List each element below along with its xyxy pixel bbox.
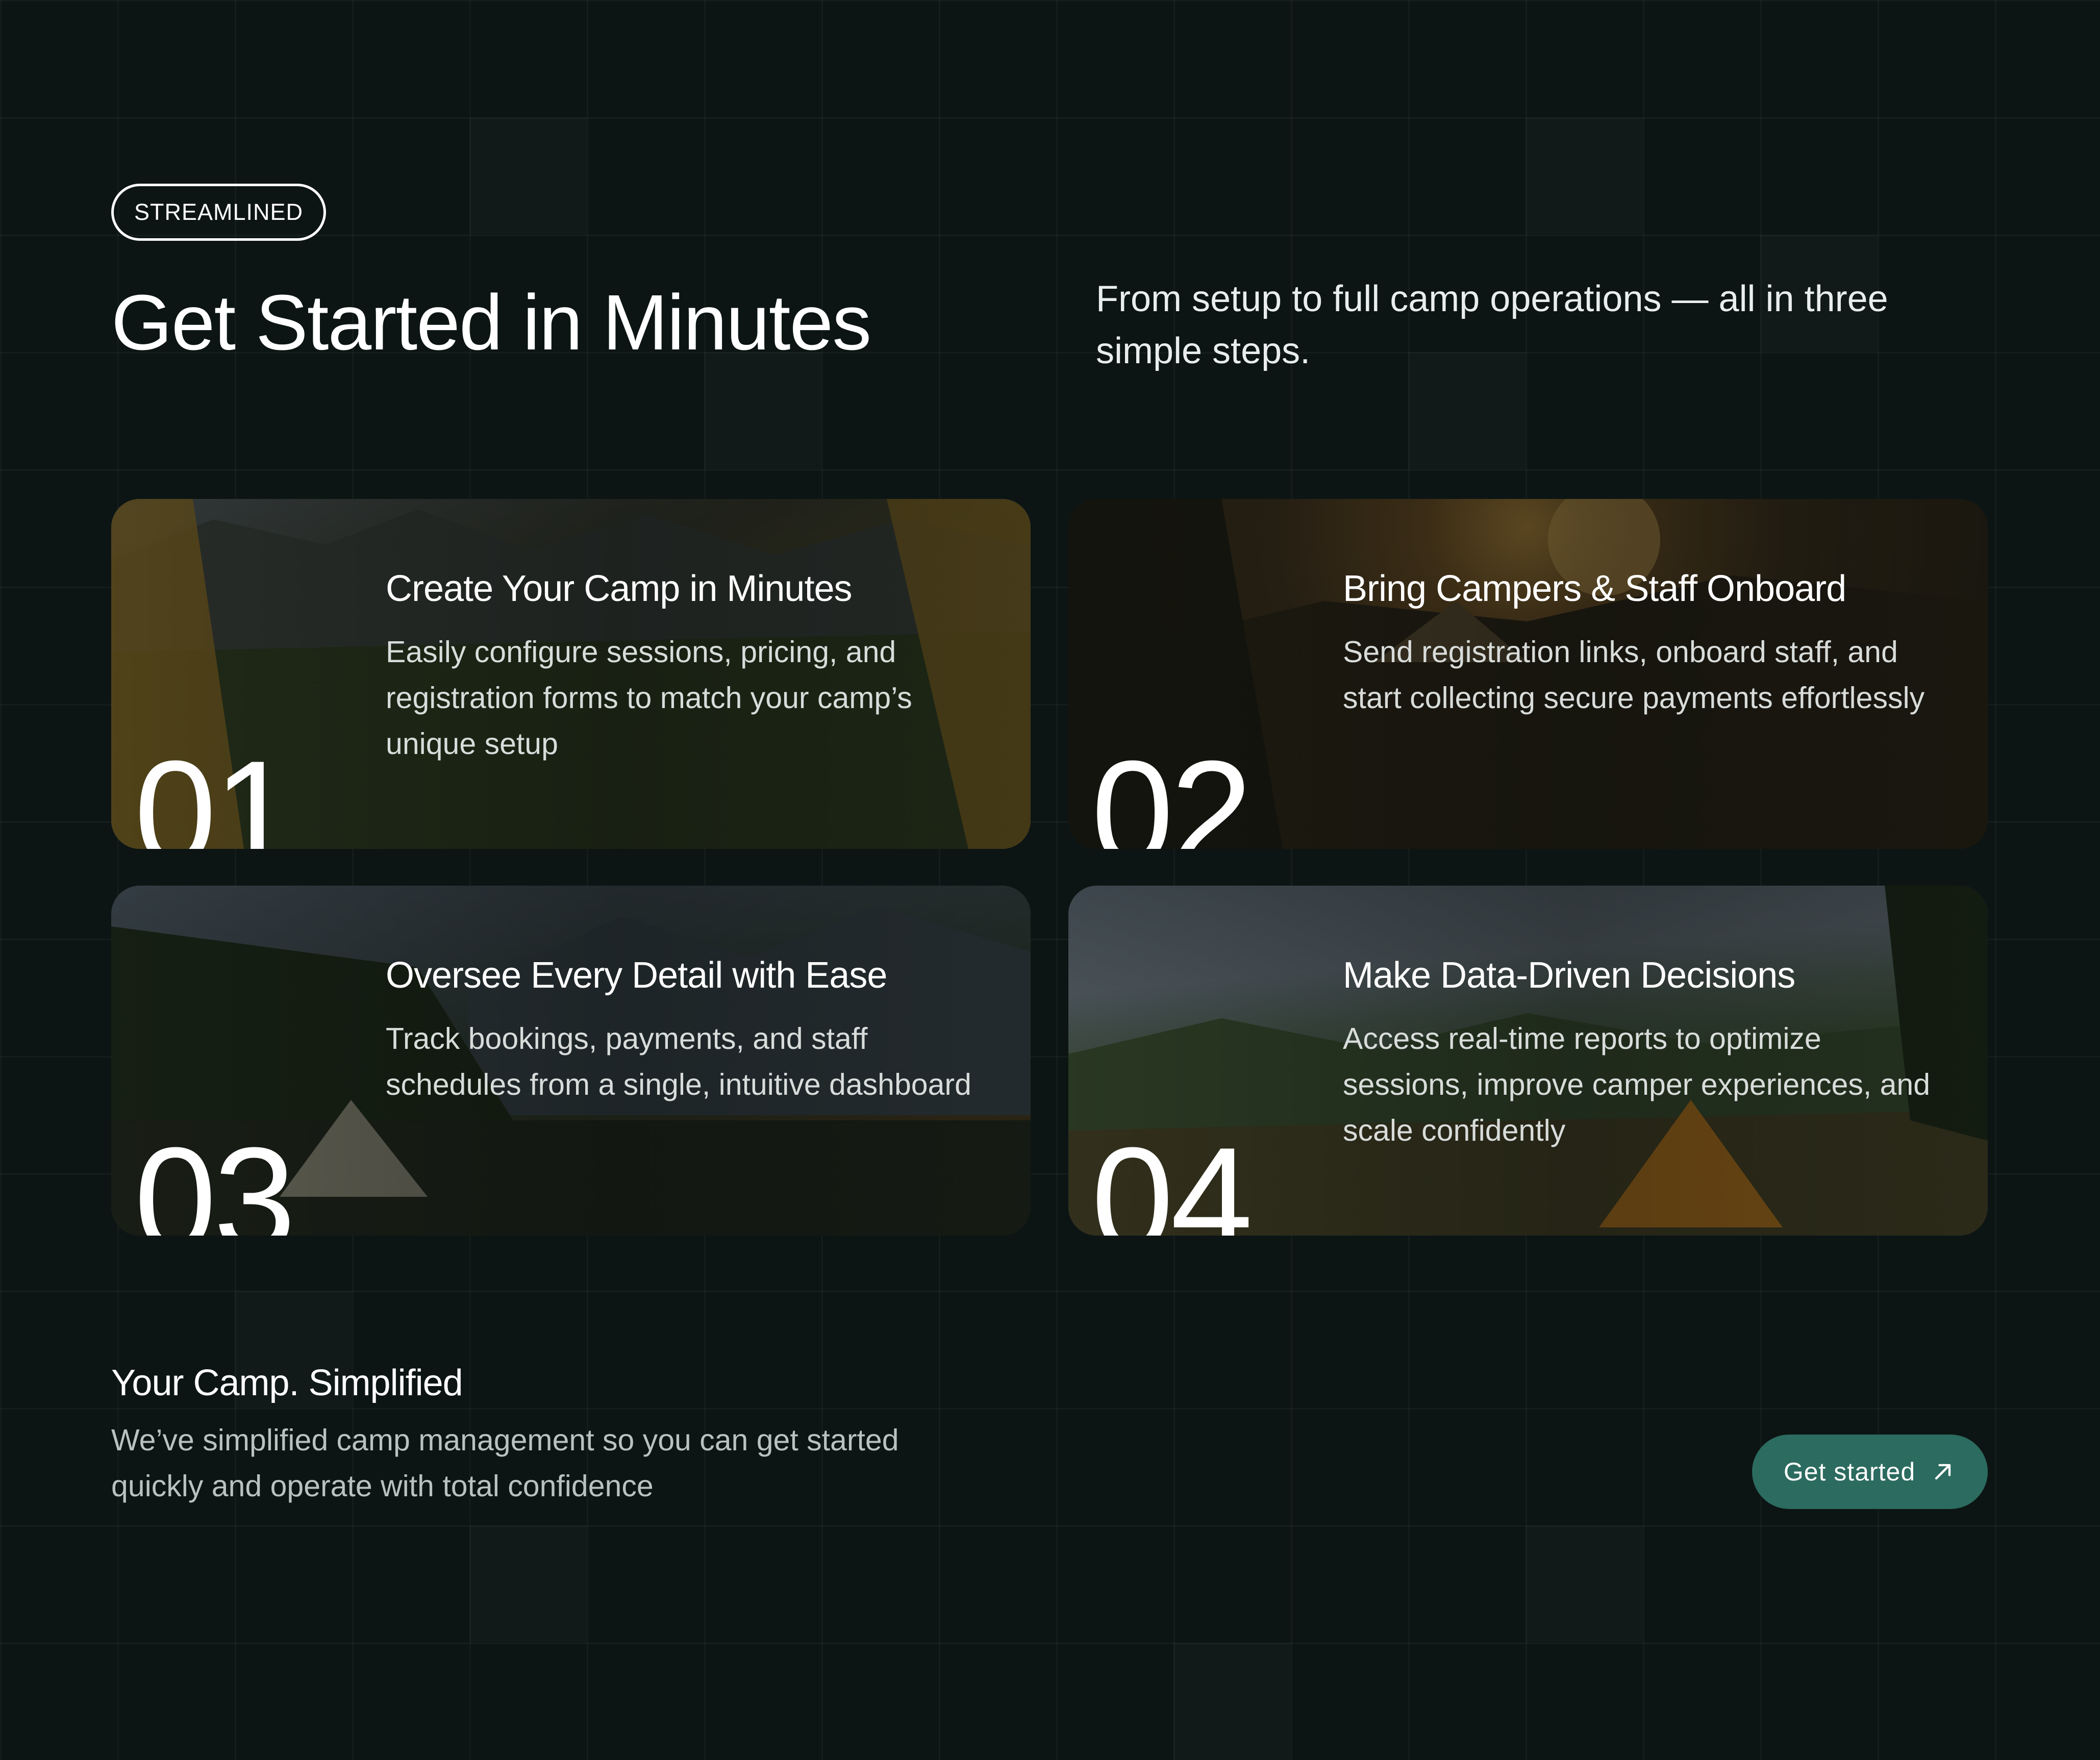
step-number: 03 xyxy=(134,1117,296,1236)
step-description: Easily configure sessions, pricing, and … xyxy=(386,635,912,761)
page-title: Get Started in Minutes xyxy=(111,279,871,366)
step-number: 01 xyxy=(134,730,296,849)
step-title: Bring Campers & Staff Onboard xyxy=(1343,568,1846,609)
step-number: 02 xyxy=(1091,730,1253,849)
step-card-4[interactable]: 04 Make Data-Driven Decisions Access rea… xyxy=(1068,886,1988,1236)
step-number: 04 xyxy=(1091,1117,1253,1236)
footer-description: We’ve simplified camp management so you … xyxy=(111,1423,899,1503)
footer-title: Your Camp. Simplified xyxy=(111,1363,463,1403)
step-card-1[interactable]: 01 Create Your Camp in Minutes Easily co… xyxy=(111,499,1031,849)
step-title: Create Your Camp in Minutes xyxy=(386,568,852,609)
grid-tile xyxy=(469,1525,587,1643)
step-description: Send registration links, onboard staff, … xyxy=(1343,635,1925,715)
step-card-3[interactable]: 03 Oversee Every Detail with Ease Track … xyxy=(111,886,1031,1236)
get-started-label: Get started xyxy=(1783,1457,1916,1486)
grid-tile xyxy=(469,117,587,235)
streamlined-badge: STREAMLINED xyxy=(111,184,327,241)
step-title: Oversee Every Detail with Ease xyxy=(386,955,887,996)
step-card-2[interactable]: 02 Bring Campers & Staff Onboard Send re… xyxy=(1068,499,1988,849)
step-description: Track bookings, payments, and staff sche… xyxy=(386,1022,971,1101)
page-subtitle: From setup to full camp operations — all… xyxy=(1096,279,1888,371)
arrow-up-right-icon xyxy=(1935,1464,1951,1480)
grid-tile xyxy=(704,352,821,469)
step-description: Access real-time reports to optimize ses… xyxy=(1343,1022,1931,1147)
get-started-button[interactable]: Get started xyxy=(1752,1435,1988,1509)
step-title: Make Data-Driven Decisions xyxy=(1343,955,1795,996)
grid-tile xyxy=(1526,1525,1643,1643)
grid-tile xyxy=(1526,117,1643,235)
grid-tile xyxy=(1173,1643,1291,1760)
